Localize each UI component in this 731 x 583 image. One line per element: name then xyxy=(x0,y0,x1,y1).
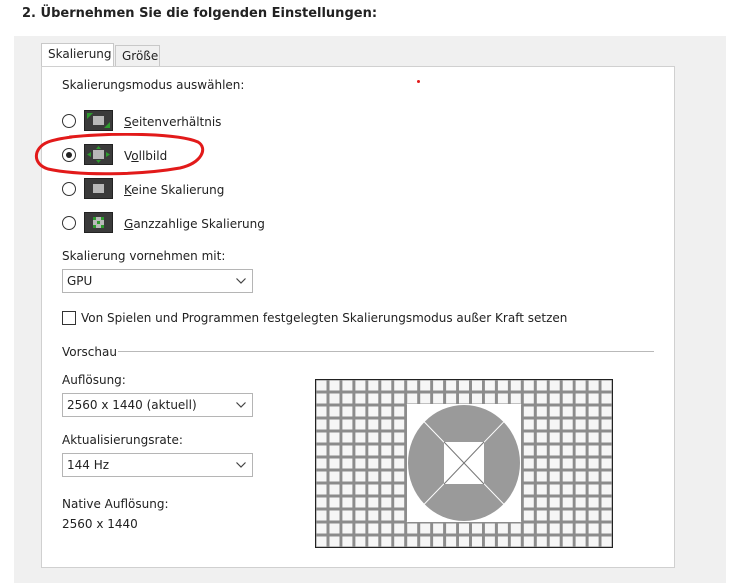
native-resolution-value: 2560 x 1440 xyxy=(62,517,138,531)
radio-seitenverhaeltnis[interactable] xyxy=(62,114,76,128)
preview-heading: Vorschau xyxy=(62,345,117,359)
mode-label-seitenverhaeltnis: Seitenverhältnis xyxy=(124,115,222,129)
refresh-rate-select[interactable]: 144 Hz xyxy=(62,453,253,477)
refresh-rate-label: Aktualisierungsrate: xyxy=(62,433,183,447)
radio-keine-skalierung[interactable] xyxy=(62,182,76,196)
mode-label-keine-skalierung: Keine Skalierung xyxy=(124,183,225,197)
perform-scaling-label: Skalierung vornehmen mit: xyxy=(62,249,226,263)
chevron-down-icon xyxy=(236,462,246,468)
resolution-value: 2560 x 1440 (aktuell) xyxy=(67,398,197,412)
annotation-circle xyxy=(34,133,204,176)
scaling-mode-heading: Skalierungsmodus auswählen: xyxy=(62,78,245,92)
refresh-rate-value: 144 Hz xyxy=(67,458,110,472)
preview-test-pattern xyxy=(315,379,613,548)
resolution-label: Auflösung: xyxy=(62,373,126,387)
chevron-down-icon xyxy=(236,278,246,284)
override-checkbox[interactable] xyxy=(62,311,76,325)
no-scaling-icon xyxy=(84,178,113,199)
radio-ganzzahlige-skalierung[interactable] xyxy=(62,216,76,230)
mode-label-ganzzahlige-skalierung: Ganzzahlige Skalierung xyxy=(124,217,265,231)
tab-skalierung[interactable]: Skalierung xyxy=(41,43,114,66)
perform-scaling-select[interactable]: GPU xyxy=(62,269,253,293)
tab-groesse[interactable]: Größe xyxy=(115,45,160,66)
native-resolution-label: Native Auflösung: xyxy=(62,497,169,511)
annotation-dot xyxy=(417,80,420,83)
chevron-down-icon xyxy=(236,402,246,408)
aspect-ratio-icon xyxy=(84,110,113,131)
resolution-select[interactable]: 2560 x 1440 (aktuell) xyxy=(62,393,253,417)
integer-scaling-icon xyxy=(84,212,113,233)
override-label: Von Spielen und Programmen festgelegten … xyxy=(81,311,568,325)
perform-scaling-value: GPU xyxy=(67,274,93,288)
step-title: 2. Übernehmen Sie die folgenden Einstell… xyxy=(22,6,378,21)
preview-divider xyxy=(118,351,654,352)
